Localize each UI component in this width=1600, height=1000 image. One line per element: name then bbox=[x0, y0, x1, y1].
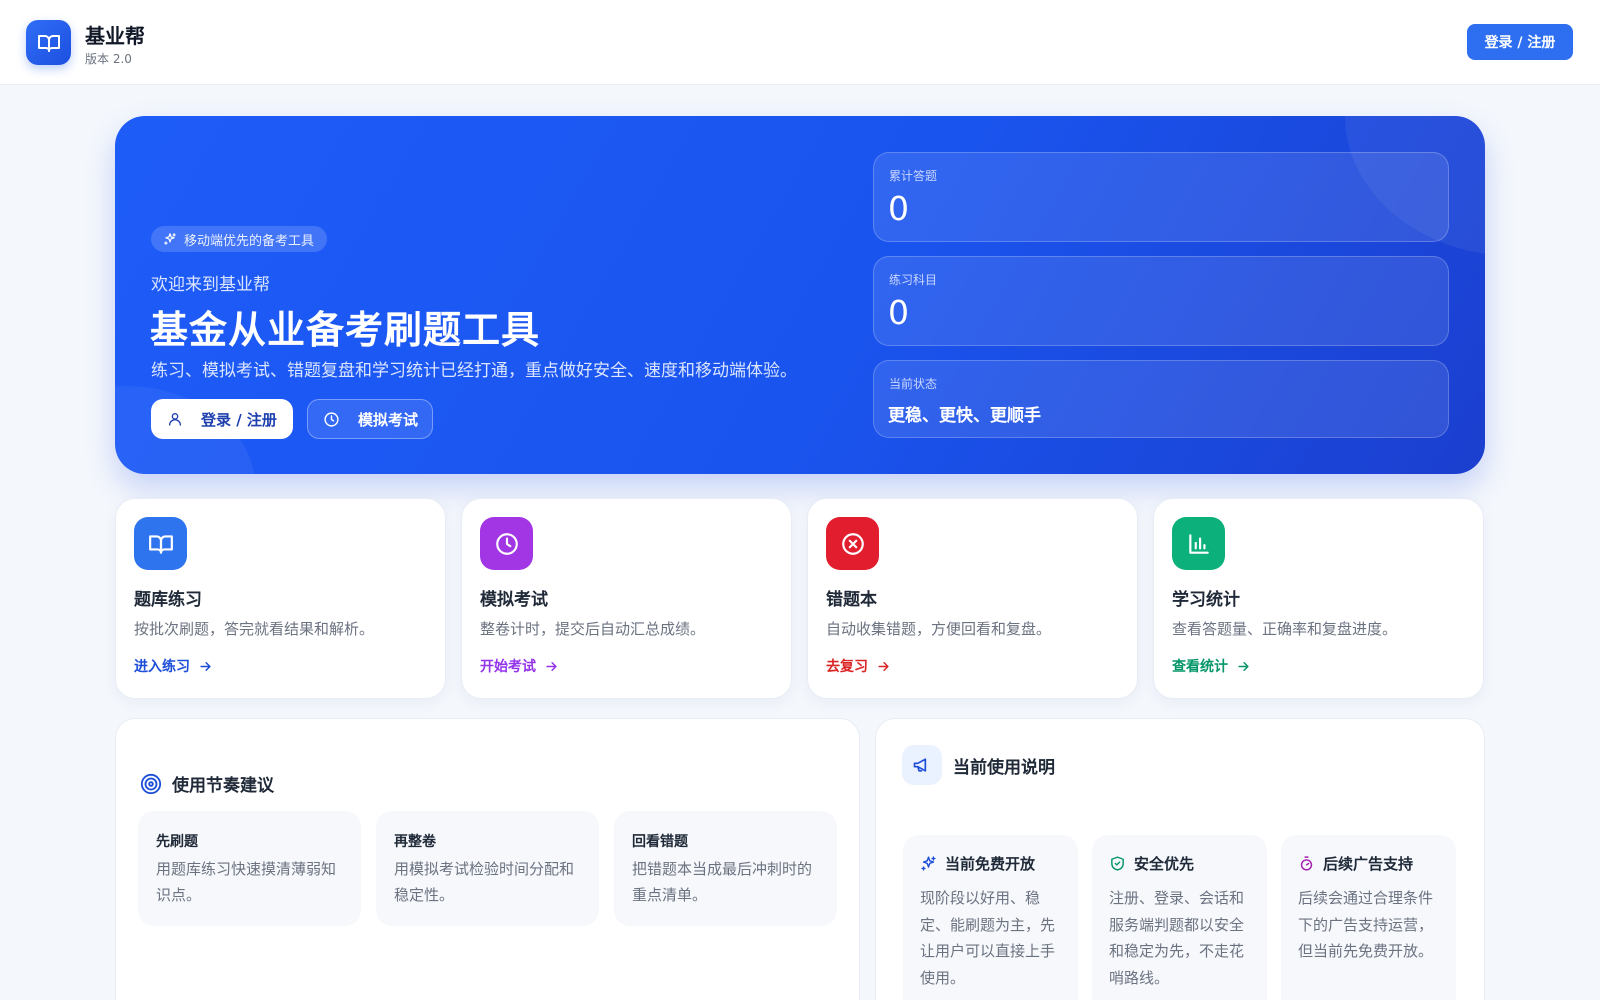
sparkles-icon bbox=[164, 233, 176, 245]
usage-panel-header: 当前使用说明 bbox=[902, 745, 1055, 785]
feature-link-label: 进入练习 bbox=[134, 659, 190, 675]
hero-tag-label: 移动端优先的备考工具 bbox=[184, 233, 315, 249]
hero-description: 练习、模拟考试、错题复盘和学习统计已经打通，重点做好安全、速度和移动端体验。 bbox=[151, 361, 797, 381]
feature-title: 错题本 bbox=[826, 590, 877, 610]
stat-card-total-answers: 累计答题 0 bbox=[873, 152, 1449, 242]
usage-panel-title: 当前使用说明 bbox=[953, 757, 1055, 778]
feature-card-wrong-book[interactable]: 错题本 自动收集错题，方便回看和复盘。 去复习 bbox=[807, 498, 1138, 699]
hero-tag: 移动端优先的备考工具 bbox=[151, 226, 328, 252]
rhythm-card: 回看错题 把错题本当成最后冲刺时的重点清单。 bbox=[614, 811, 837, 926]
top-bar: 基业帮 版本 2.0 登录 / 注册 bbox=[0, 0, 1600, 85]
login-register-button[interactable]: 登录 / 注册 bbox=[1467, 24, 1573, 60]
feature-icon-box bbox=[480, 517, 533, 570]
stat-label: 练习科目 bbox=[889, 273, 938, 287]
hero-mock-exam-label: 模拟考试 bbox=[358, 410, 419, 429]
stat-card-subjects: 练习科目 0 bbox=[873, 256, 1449, 346]
usage-card-desc: 注册、登录、会话和服务端判题都以安全和稳定为先，不走花哨路线。 bbox=[1109, 889, 1245, 987]
hero-mock-exam-button[interactable]: 模拟考试 bbox=[307, 399, 433, 439]
book-open-icon bbox=[37, 34, 60, 52]
rhythm-panel-header: 使用节奏建议 bbox=[140, 771, 274, 796]
user-icon bbox=[169, 413, 181, 426]
usage-card-security: 安全优先 注册、登录、会话和服务端判题都以安全和稳定为先，不走花哨路线。 bbox=[1092, 835, 1267, 1000]
rhythm-card: 再整卷 用模拟考试检验时间分配和稳定性。 bbox=[376, 811, 599, 926]
usage-card-title: 当前免费开放 bbox=[945, 855, 1036, 873]
stat-value: 0 bbox=[888, 293, 909, 332]
hero-login-button[interactable]: 登录 / 注册 bbox=[151, 399, 293, 439]
usage-panel: 当前使用说明 当前免费开放 现阶段以好用、稳定、能刷题为主，先让用户可以直接上手… bbox=[875, 718, 1485, 1000]
usage-card-desc: 后续会通过合理条件下的广告支持运营，但当前先免费开放。 bbox=[1298, 889, 1434, 960]
rhythm-panel-title: 使用节奏建议 bbox=[172, 776, 274, 796]
hero-banner: 移动端优先的备考工具 欢迎来到基业帮 基金从业备考刷题工具 练习、模拟考试、错题… bbox=[115, 116, 1485, 474]
feature-icon-box bbox=[826, 517, 879, 570]
feature-title: 题库练习 bbox=[134, 590, 202, 610]
rhythm-card-title: 再整卷 bbox=[394, 834, 436, 850]
arrow-right-icon bbox=[546, 661, 557, 671]
app-logo[interactable] bbox=[26, 20, 71, 65]
megaphone-icon bbox=[913, 758, 927, 772]
feature-title: 学习统计 bbox=[1172, 590, 1240, 610]
usage-card-header: 后续广告支持 bbox=[1298, 853, 1413, 874]
app-version: 版本 2.0 bbox=[85, 52, 132, 66]
hero-welcome: 欢迎来到基业帮 bbox=[151, 275, 270, 295]
bar-chart-icon bbox=[1188, 533, 1209, 554]
feature-link-label: 开始考试 bbox=[480, 659, 536, 675]
stat-label: 当前状态 bbox=[889, 377, 938, 391]
stat-value: 更稳、更快、更顺手 bbox=[888, 406, 1041, 426]
shield-check-icon bbox=[1111, 856, 1124, 871]
usage-icon-box bbox=[902, 745, 942, 785]
usage-card-title: 安全优先 bbox=[1134, 855, 1195, 873]
feature-description: 整卷计时，提交后自动汇总成绩。 bbox=[480, 620, 706, 638]
brand-name: 基业帮 bbox=[85, 24, 145, 48]
rhythm-card-desc: 用模拟考试检验时间分配和稳定性。 bbox=[394, 860, 575, 904]
rhythm-card: 先刷题 用题库练习快速摸清薄弱知识点。 bbox=[138, 811, 361, 926]
hero-login-label: 登录 / 注册 bbox=[201, 410, 277, 429]
rhythm-panel: 使用节奏建议 先刷题 用题库练习快速摸清薄弱知识点。 再整卷 用模拟考试检验时间… bbox=[115, 718, 860, 1000]
stat-card-status: 当前状态 更稳、更快、更顺手 bbox=[873, 360, 1449, 438]
feature-description: 自动收集错题，方便回看和复盘。 bbox=[826, 620, 1052, 638]
usage-card-ads: 后续广告支持 后续会通过合理条件下的广告支持运营，但当前先免费开放。 bbox=[1281, 835, 1456, 1000]
sparkles-icon bbox=[921, 856, 936, 871]
feature-description: 按批次刷题，答完就看结果和解析。 bbox=[134, 620, 375, 638]
target-icon bbox=[140, 773, 162, 794]
feature-card-mock-exam[interactable]: 模拟考试 整卷计时，提交后自动汇总成绩。 开始考试 bbox=[461, 498, 792, 699]
feature-title: 模拟考试 bbox=[480, 590, 548, 610]
go-review-link[interactable]: 去复习 bbox=[826, 656, 891, 676]
feature-link-label: 查看统计 bbox=[1172, 659, 1228, 675]
rhythm-card-desc: 用题库练习快速摸清薄弱知识点。 bbox=[156, 860, 337, 904]
feature-icon-box bbox=[1172, 517, 1225, 570]
rhythm-card-title: 先刷题 bbox=[156, 834, 198, 850]
feature-card-statistics[interactable]: 学习统计 查看答题量、正确率和复盘进度。 查看统计 bbox=[1153, 498, 1484, 699]
usage-card-title: 后续广告支持 bbox=[1323, 855, 1414, 873]
usage-card-header: 当前免费开放 bbox=[920, 853, 1035, 874]
arrow-right-icon bbox=[878, 661, 889, 671]
rhythm-card-title: 回看错题 bbox=[632, 834, 688, 850]
book-open-icon bbox=[148, 534, 173, 554]
feature-description: 查看答题量、正确率和复盘进度。 bbox=[1172, 620, 1398, 638]
enter-practice-link[interactable]: 进入练习 bbox=[134, 656, 213, 676]
arrow-right-icon bbox=[200, 661, 211, 671]
stat-value: 0 bbox=[888, 189, 909, 228]
feature-icon-box bbox=[134, 517, 187, 570]
arrow-right-icon bbox=[1238, 661, 1249, 671]
hero-title: 基金从业备考刷题工具 bbox=[150, 308, 541, 352]
usage-card-header: 安全优先 bbox=[1109, 853, 1194, 874]
rhythm-card-desc: 把错题本当成最后冲刺时的重点清单。 bbox=[632, 860, 813, 904]
clock-icon bbox=[495, 532, 518, 555]
usage-card-desc: 现阶段以好用、稳定、能刷题为主，先让用户可以直接上手使用。 bbox=[920, 889, 1056, 987]
clock-icon bbox=[324, 411, 339, 427]
timer-icon bbox=[1300, 856, 1313, 871]
start-exam-link[interactable]: 开始考试 bbox=[480, 656, 559, 676]
feature-card-practice[interactable]: 题库练习 按批次刷题，答完就看结果和解析。 进入练习 bbox=[115, 498, 446, 699]
x-circle-icon bbox=[841, 532, 864, 555]
view-stats-link[interactable]: 查看统计 bbox=[1172, 656, 1251, 676]
stat-label: 累计答题 bbox=[889, 169, 938, 183]
usage-card-free: 当前免费开放 现阶段以好用、稳定、能刷题为主，先让用户可以直接上手使用。 bbox=[903, 835, 1078, 1000]
feature-link-label: 去复习 bbox=[826, 659, 868, 675]
